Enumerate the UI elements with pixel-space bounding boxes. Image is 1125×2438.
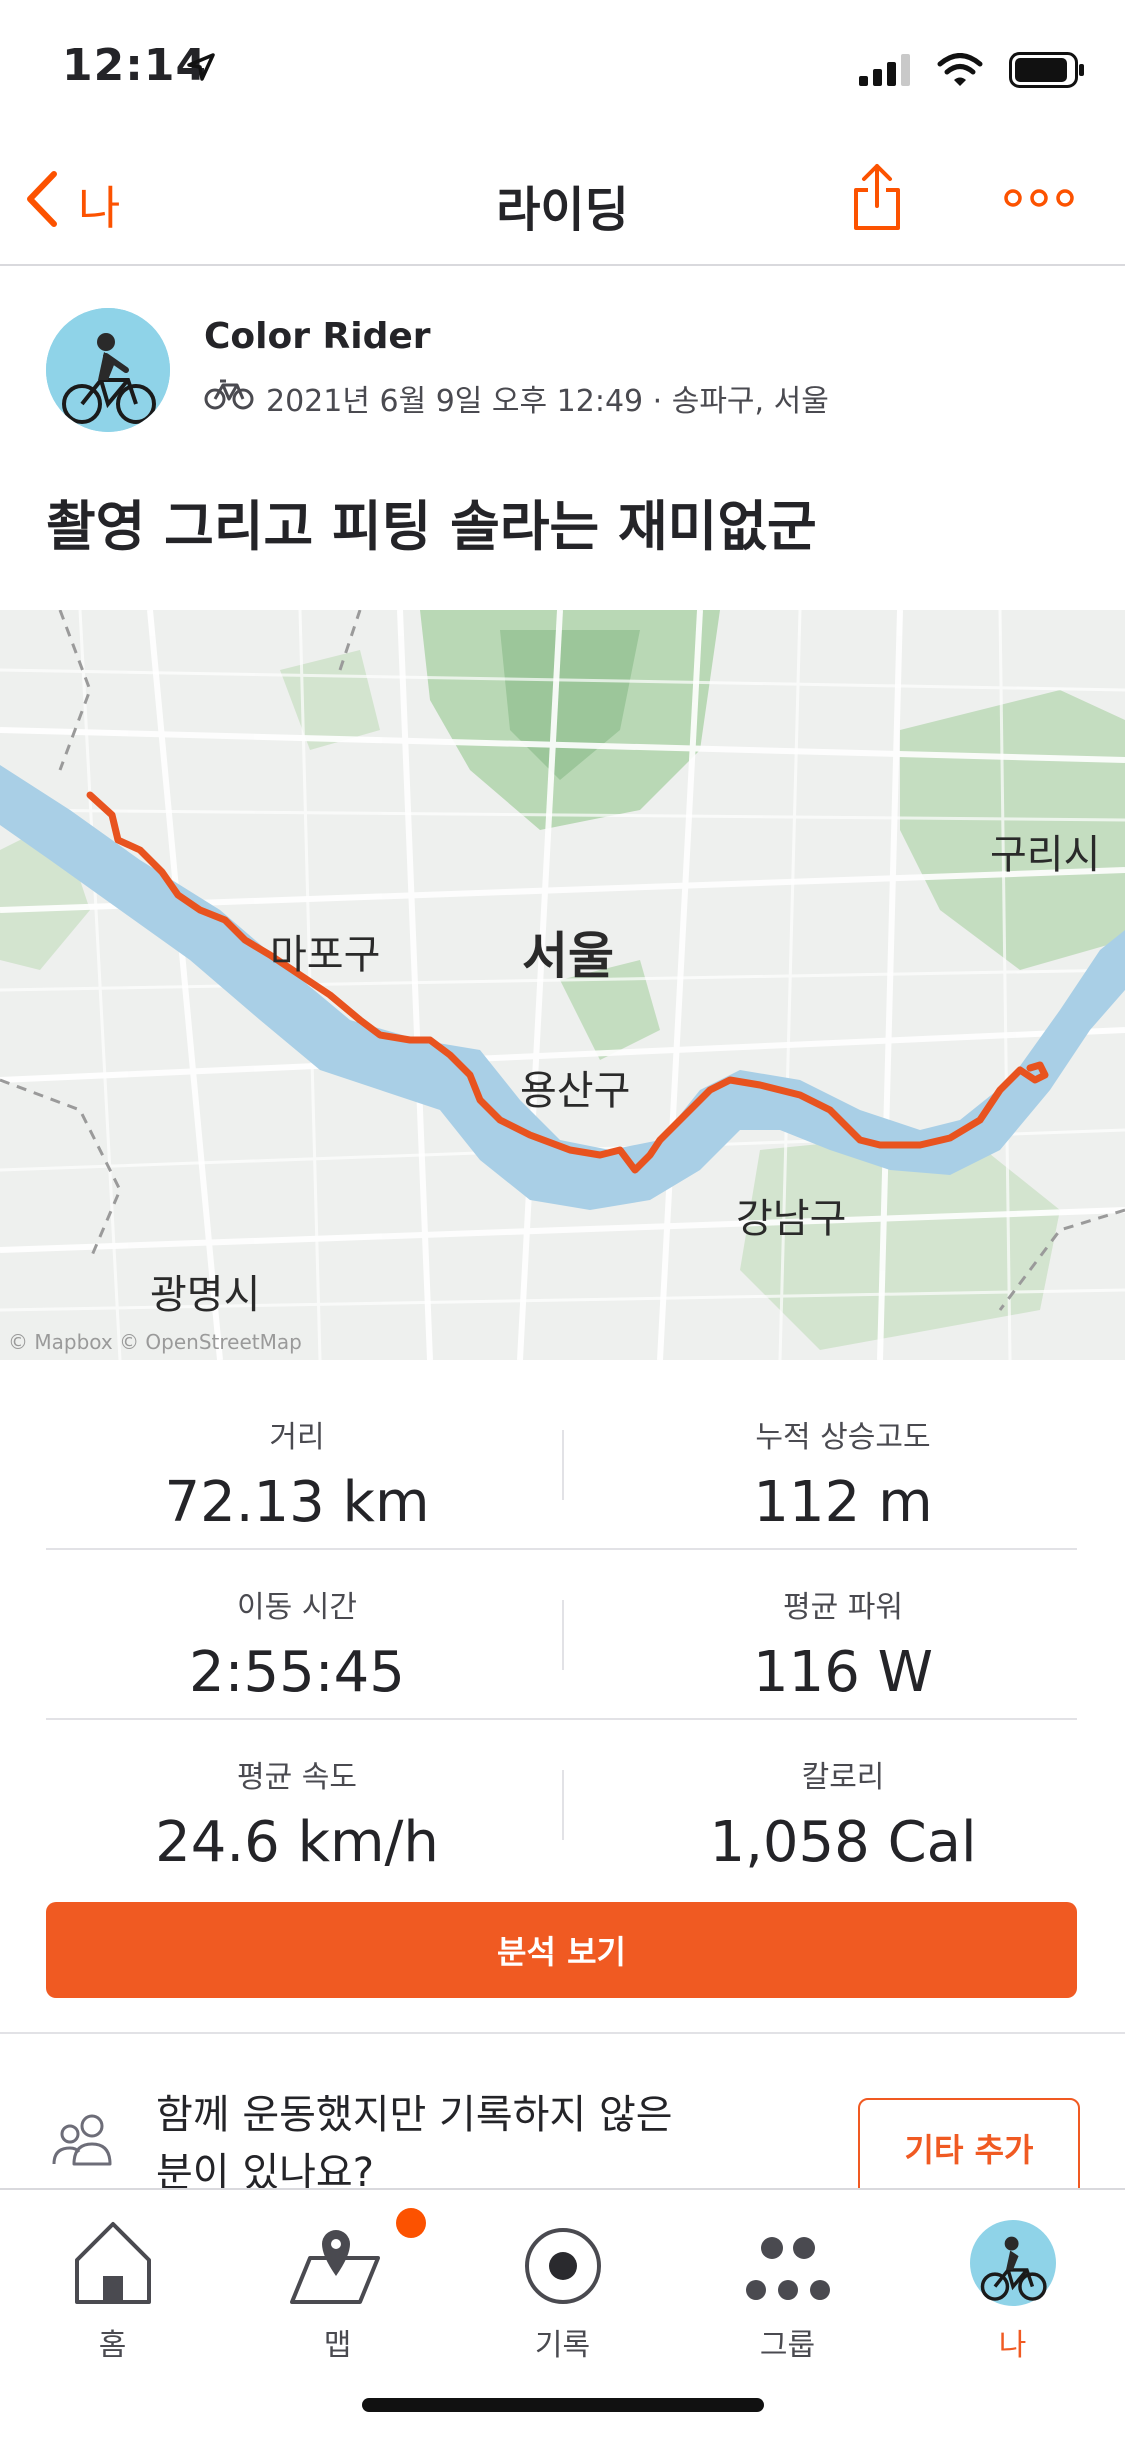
- tab-you[interactable]: 나: [900, 2200, 1125, 2364]
- map-label-gwangmyeong: 광명시: [150, 1272, 261, 1318]
- activity-meta: 2021년 6월 9일 오후 12:49 · 송파구, 서울: [204, 376, 829, 420]
- more-icon: [1004, 189, 1074, 207]
- stat-label: 평균 속도: [237, 1760, 357, 1795]
- tab-record[interactable]: 기록: [450, 2200, 675, 2364]
- tab-groups[interactable]: 그룹: [675, 2200, 900, 2364]
- map-label-yongsan: 용산구: [520, 1068, 631, 1114]
- wifi-icon: [937, 53, 983, 91]
- bike-icon: [204, 377, 254, 419]
- record-icon: [450, 2200, 675, 2306]
- map-label-guri: 구리시: [990, 832, 1101, 878]
- groups-icon: [675, 2200, 900, 2306]
- stat-distance: 거리 72.13 km: [16, 1412, 578, 1535]
- map-notification-badge: [396, 2208, 426, 2238]
- stat-value: 1,058 Cal: [709, 1810, 977, 1875]
- tab-label: 기록: [534, 2328, 591, 2363]
- stat-value: 24.6 km/h: [155, 1810, 439, 1875]
- stat-label: 칼로리: [801, 1760, 885, 1795]
- nav-bar: 나 라이딩: [0, 140, 1125, 266]
- stat-label: 거리: [269, 1420, 325, 1455]
- tab-label: 나: [998, 2328, 1027, 2363]
- add-others-button[interactable]: 기타 추가: [858, 2098, 1080, 2198]
- stat-label: 이동 시간: [237, 1590, 357, 1625]
- location-arrow-icon: [186, 52, 216, 86]
- battery-icon: [1009, 52, 1085, 92]
- stat-calories: 칼로리 1,058 Cal: [562, 1752, 1124, 1875]
- stat-avg-speed: 평균 속도 24.6 km/h: [16, 1752, 578, 1875]
- map-attribution[interactable]: © Mapbox © OpenStreetMap: [8, 1330, 302, 1354]
- status-icons: [859, 52, 1085, 92]
- stat-label: 누적 상승고도: [755, 1420, 931, 1455]
- people-icon: [50, 2112, 120, 2172]
- tab-label: 홈: [98, 2328, 127, 2363]
- activity-date-location: 2021년 6월 9일 오후 12:49 · 송파구, 서울: [266, 384, 829, 419]
- signal-icon: [859, 54, 911, 90]
- athlete-avatar[interactable]: [46, 308, 170, 432]
- page-title: 라이딩: [496, 182, 629, 238]
- share-icon: [854, 164, 900, 230]
- add-others-prompt: 함께 운동했지만 기록하지 않은 분이 있나요?: [156, 2092, 673, 2196]
- stat-value: 2:55:45: [189, 1640, 405, 1705]
- activity-title: 촬영 그리고 피팅 솔라는 재미없군: [46, 495, 817, 558]
- more-button[interactable]: [1004, 188, 1074, 212]
- row-divider: [46, 1718, 1077, 1720]
- route-map[interactable]: 구리시 마포구 서울 용산구 강남구 광명시 © Mapbox © OpenSt…: [0, 610, 1125, 1360]
- tab-home[interactable]: 홈: [0, 2200, 225, 2364]
- map-label-mapo: 마포구: [270, 932, 381, 978]
- stat-elevation: 누적 상승고도 112 m: [562, 1412, 1124, 1535]
- home-icon: [0, 2200, 225, 2306]
- stat-moving-time: 이동 시간 2:55:45: [16, 1582, 578, 1705]
- avatar-icon: [900, 2200, 1125, 2306]
- row-divider: [46, 1548, 1077, 1550]
- stat-avg-power: 평균 파워 116 W: [562, 1582, 1124, 1705]
- map-label-gangnam: 강남구: [736, 1196, 847, 1242]
- athlete-name[interactable]: Color Rider: [204, 316, 431, 357]
- share-button[interactable]: [852, 162, 902, 236]
- home-indicator[interactable]: [362, 2398, 764, 2412]
- map-label-seoul: 서울: [522, 927, 614, 985]
- stat-value: 112 m: [753, 1470, 933, 1535]
- tab-label: 맵: [323, 2328, 352, 2363]
- stat-value: 116 W: [752, 1640, 934, 1705]
- stat-value: 72.13 km: [164, 1470, 430, 1535]
- section-divider: [0, 2032, 1125, 2034]
- view-analysis-button[interactable]: 분석 보기: [46, 1902, 1077, 1998]
- tab-label: 그룹: [759, 2328, 816, 2363]
- stat-label: 평균 파워: [783, 1590, 903, 1625]
